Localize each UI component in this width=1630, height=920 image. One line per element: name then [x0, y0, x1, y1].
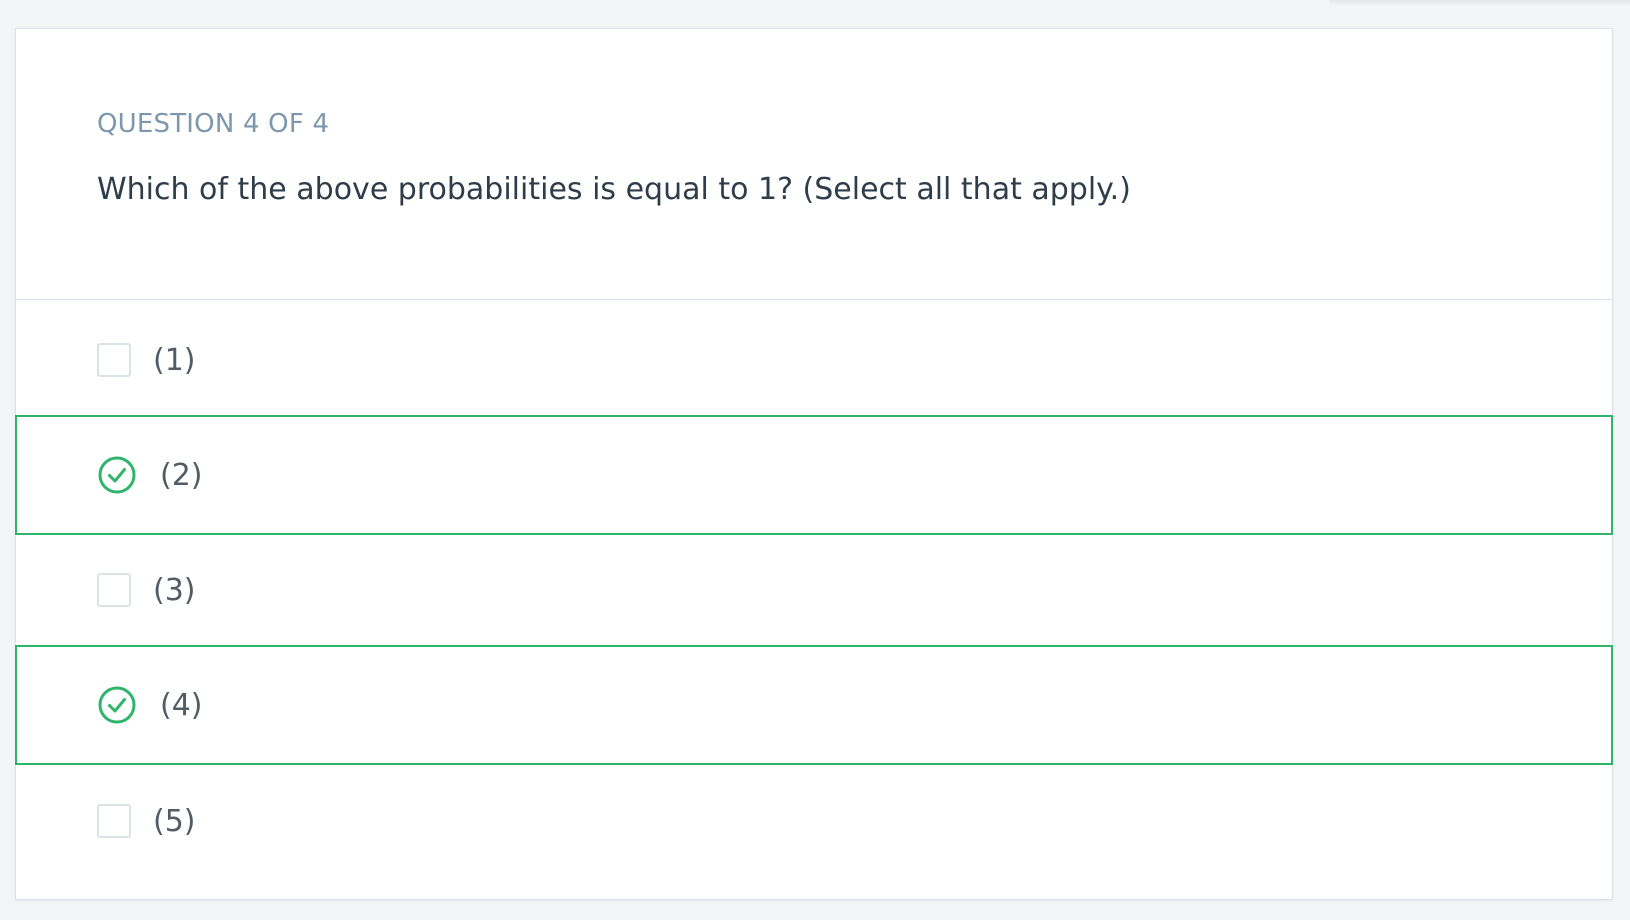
option-5[interactable]: (5): [15, 761, 1613, 881]
option-checkbox[interactable]: [97, 343, 131, 377]
option-label: (5): [153, 803, 196, 839]
option-3[interactable]: (3): [15, 530, 1613, 650]
question-header: QUESTION 4 OF 4 Which of the above proba…: [16, 29, 1612, 300]
question-text: Which of the above probabilities is equa…: [97, 172, 1131, 207]
check-circle-icon[interactable]: [97, 685, 137, 725]
option-checkbox[interactable]: [97, 573, 131, 607]
option-checkbox[interactable]: [97, 804, 131, 838]
option-label: (2): [160, 457, 203, 493]
option-4[interactable]: (4): [15, 645, 1613, 765]
option-label: (4): [160, 687, 203, 723]
check-circle-icon[interactable]: [97, 455, 137, 495]
top-shadow: [1330, 0, 1630, 6]
question-counter: QUESTION 4 OF 4: [97, 109, 330, 139]
option-1[interactable]: (1): [15, 300, 1613, 420]
quiz-card: QUESTION 4 OF 4 Which of the above proba…: [15, 28, 1613, 900]
option-label: (3): [153, 572, 196, 608]
option-2[interactable]: (2): [15, 415, 1613, 535]
option-label: (1): [153, 342, 196, 378]
